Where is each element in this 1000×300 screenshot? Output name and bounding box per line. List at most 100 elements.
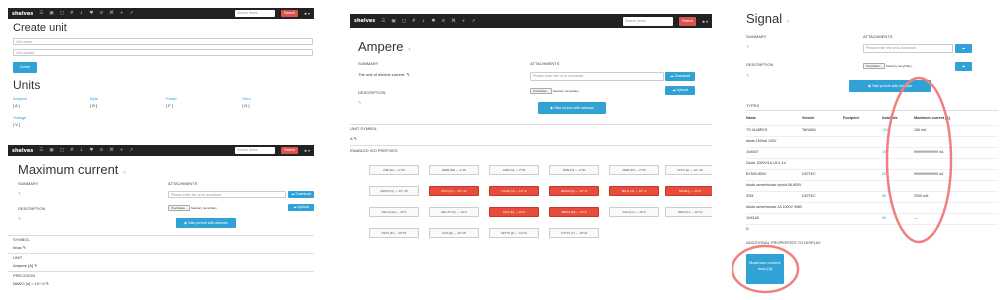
document-icon[interactable]: □	[402, 19, 406, 24]
prefix-toggle[interactable]: MEGA [M] — 10^6	[549, 207, 599, 217]
brand-logo[interactable]: shelves	[12, 11, 33, 17]
prefix-toggle[interactable]: MEBI [Mi] — 2^20	[429, 165, 479, 175]
browse-button[interactable]: Procházet...	[863, 63, 886, 69]
upload-button[interactable]: ☁	[955, 62, 972, 71]
column-header[interactable]: Available	[882, 116, 898, 120]
menu-icon[interactable]: ☰	[39, 148, 43, 153]
download-button[interactable]: ☁	[955, 44, 972, 53]
description-edit-icon[interactable]: ✎	[746, 73, 749, 78]
heart-icon[interactable]: ♥	[431, 19, 435, 24]
prefix-toggle[interactable]: ZETTA [Z] — 10^21	[489, 228, 539, 238]
download-button[interactable]: ☁ Download	[665, 72, 695, 81]
table-cell-available[interactable]: 29	[882, 172, 886, 176]
attachment-url-input[interactable]: Please enter the url to download	[168, 191, 286, 198]
prefix-toggle[interactable]: GIBI [Gi] — 2^30	[489, 165, 539, 175]
search-input[interactable]: Search items	[623, 16, 674, 26]
document-icon[interactable]: □	[60, 11, 64, 16]
command-icon[interactable]: ⌘	[451, 19, 456, 24]
summary-edit-icon[interactable]: ✎	[18, 191, 21, 196]
attachment-url-input[interactable]: Please enter the url to download	[863, 44, 953, 53]
column-header[interactable]: Maximum current [A]	[914, 116, 950, 120]
prefix-toggle[interactable]: NANO [n] — 10^-9	[489, 186, 539, 196]
list-icon[interactable]: ≡	[99, 11, 103, 16]
brand-logo[interactable]: shelves	[12, 148, 33, 154]
webcam-button[interactable]: ◉ Take picture with webcam	[849, 80, 931, 92]
unit-symbol-input[interactable]: Unit symbol	[13, 49, 313, 56]
edit-icon[interactable]: ✎	[123, 170, 126, 175]
maximum-current-property-button[interactable]: Maximum current; Imax [A]	[746, 254, 784, 284]
document-icon[interactable]: □	[60, 148, 64, 153]
column-header[interactable]: Vendor	[802, 116, 814, 120]
prefix-toggle[interactable]: TEBI [Ti] — 2^40	[549, 165, 599, 175]
unit-link-ampere[interactable]: Ampere	[13, 96, 27, 101]
prefix-toggle[interactable]: KILO [k] — 10^3	[489, 207, 539, 217]
attachment-url-input[interactable]: Please enter the url to download	[530, 72, 664, 81]
table-cell-name[interactable]: diode,150mA 100V	[746, 139, 776, 143]
prefix-toggle[interactable]: PEBI [Pi] — 2^50	[609, 165, 659, 175]
column-header[interactable]: Footprint	[843, 116, 859, 120]
command-icon[interactable]: ⌘	[109, 11, 114, 16]
hash-icon[interactable]: #	[412, 19, 416, 24]
table-cell-name[interactable]: dioda usmerňovací 2A 1000V SMB	[746, 205, 802, 209]
user-menu-icon[interactable]: ♣ ▾	[702, 19, 708, 24]
unit-name-input[interactable]: Unit name	[13, 38, 313, 45]
add-icon[interactable]: +	[462, 19, 466, 24]
download-icon[interactable]: ↓	[422, 19, 426, 24]
table-cell-name[interactable]: TS 4148RXG	[746, 128, 767, 132]
link-icon[interactable]: ↗	[130, 148, 134, 153]
browse-button[interactable]: Prochazet...	[168, 205, 191, 211]
table-cell-available[interactable]: 15	[882, 150, 886, 154]
unit-link-ohm[interactable]: Ohm	[242, 96, 251, 101]
unit-value[interactable]: Ampere [A] ✎	[13, 263, 37, 268]
grid-icon[interactable]: ▣	[391, 19, 395, 24]
grid-icon[interactable]: ▣	[49, 11, 53, 16]
upload-button[interactable]: ☁ Upload	[288, 204, 314, 211]
prefix-toggle[interactable]: MILLI [m] — 10^-3	[609, 186, 659, 196]
menu-icon[interactable]: ☰	[39, 11, 43, 16]
grid-icon[interactable]: ▣	[49, 148, 53, 153]
add-icon[interactable]: +	[120, 11, 124, 16]
command-icon[interactable]: ⌘	[109, 148, 114, 153]
add-icon[interactable]: +	[120, 148, 124, 153]
search-input[interactable]: Search items	[235, 147, 276, 154]
link-icon[interactable]: ↗	[472, 19, 476, 24]
prefix-toggle[interactable]: ATTO [a] — 10^-18	[665, 165, 712, 175]
table-cell-available[interactable]: 58	[882, 194, 886, 198]
browse-button[interactable]: Procházet...	[530, 88, 553, 94]
hash-icon[interactable]: #	[70, 148, 74, 153]
menu-icon[interactable]: ☰	[381, 19, 385, 24]
edit-icon[interactable]: ✎	[787, 19, 790, 24]
heart-icon[interactable]: ♥	[89, 148, 93, 153]
edit-icon[interactable]: ✎	[408, 47, 411, 52]
table-cell-name[interactable]: 1N4148	[746, 216, 759, 220]
prefix-toggle[interactable]: GIGA [G] — 10^9	[609, 207, 659, 217]
table-cell-name[interactable]: 1N4007	[746, 150, 759, 154]
search-button[interactable]: Search	[281, 10, 299, 17]
prefix-toggle[interactable]: DECA [da] — 10^1	[369, 207, 419, 217]
prefix-toggle[interactable]: KIBI [ki] — 2^10	[369, 165, 419, 175]
prefix-toggle[interactable]: TERA [T] — 10^12	[665, 207, 712, 217]
upload-button[interactable]: ☁ Upload	[665, 86, 695, 95]
description-edit-icon[interactable]: ✎	[18, 216, 21, 221]
table-cell-name[interactable]: D	[746, 227, 749, 231]
table-cell-name[interactable]: dioda usmerňovací rychlá 5A 800V	[746, 183, 802, 187]
download-button[interactable]: ☁ Download	[288, 191, 314, 198]
hash-icon[interactable]: #	[70, 11, 74, 16]
webcam-button[interactable]: ◉ Take picture with webcam	[176, 218, 236, 228]
create-button[interactable]: Create	[13, 62, 37, 73]
brand-logo[interactable]: shelves	[354, 18, 375, 24]
prefix-toggle[interactable]: EXA [E] — 10^18	[429, 228, 479, 238]
table-cell-name[interactable]: Diode 1000V/1A Uf=1.1V	[746, 161, 786, 165]
unit-link-byte[interactable]: Byte	[90, 96, 98, 101]
table-cell-name[interactable]: S2M	[746, 194, 753, 198]
link-icon[interactable]: ↗	[130, 11, 134, 16]
search-button[interactable]: Search	[281, 147, 299, 154]
download-icon[interactable]: ↓	[80, 148, 84, 153]
prefix-toggle[interactable]: PETA [P] — 10^15	[369, 228, 419, 238]
prefix-toggle[interactable]: MICRO [µ] — 10^-6	[549, 186, 599, 196]
table-cell-available[interactable]: 120	[882, 128, 888, 132]
heart-icon[interactable]: ♥	[89, 11, 93, 16]
prefix-toggle[interactable]: YOTTA [Y] — 10^24	[549, 228, 599, 238]
prefix-toggle[interactable]: FEMTO [f] — 10^-15	[369, 186, 419, 196]
prefix-toggle[interactable]: HECTO [h] — 10^2	[429, 207, 479, 217]
